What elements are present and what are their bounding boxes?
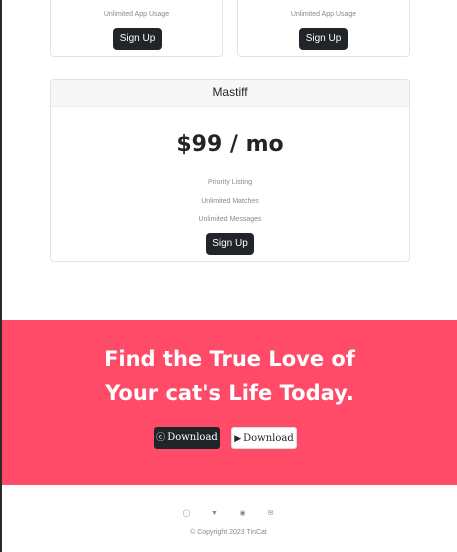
sign-up-button[interactable]: Sign Up bbox=[113, 28, 162, 50]
plan-feature: Unlimited Messages bbox=[198, 216, 262, 223]
email-icon[interactable]: ✉ bbox=[257, 509, 285, 517]
plan-title: Mastiff bbox=[51, 80, 409, 107]
pricing-card-left: Unlimited App Usage Sign Up bbox=[50, 0, 223, 57]
plan-feature: Unlimited App Usage bbox=[103, 11, 170, 18]
instagram-icon[interactable]: ◯ bbox=[173, 509, 201, 517]
social-links: ◯ ▼ ◉ ✉ bbox=[0, 509, 457, 517]
apple-icon: ⓒ bbox=[156, 433, 166, 443]
download-label: Download bbox=[243, 433, 294, 444]
cta-title-line2: Your cat's Life Today. bbox=[105, 381, 354, 405]
cta-section: Find the True Love of Your cat's Life To… bbox=[2, 320, 457, 485]
plan-price: $99 / mo bbox=[176, 132, 284, 157]
plan-feature: Unlimited App Usage bbox=[290, 11, 357, 18]
sign-up-button[interactable]: Sign Up bbox=[206, 233, 254, 255]
pricing-card-right: Unlimited App Usage Sign Up bbox=[237, 0, 410, 57]
sign-up-button[interactable]: Sign Up bbox=[299, 28, 348, 50]
facebook-icon[interactable]: ◉ bbox=[229, 509, 257, 517]
cta-title: Find the True Love of Your cat's Life To… bbox=[2, 342, 457, 410]
download-app-store-button[interactable]: ⓒ Download bbox=[154, 427, 220, 449]
google-play-icon: ▶ bbox=[234, 434, 242, 444]
twitter-icon[interactable]: ▼ bbox=[201, 510, 229, 517]
plan-feature: Unlimited Matches bbox=[201, 198, 259, 205]
download-google-play-button[interactable]: ▶ Download bbox=[231, 427, 297, 449]
cta-title-line1: Find the True Love of bbox=[104, 347, 355, 371]
download-label: Download bbox=[167, 432, 218, 443]
plan-feature: Priority Listing bbox=[208, 179, 252, 186]
copyright-text: © Copyright 2023 TinCat bbox=[190, 529, 267, 536]
pricing-card-mastiff: Mastiff $99 / mo Priority Listing Unlimi… bbox=[50, 79, 410, 262]
